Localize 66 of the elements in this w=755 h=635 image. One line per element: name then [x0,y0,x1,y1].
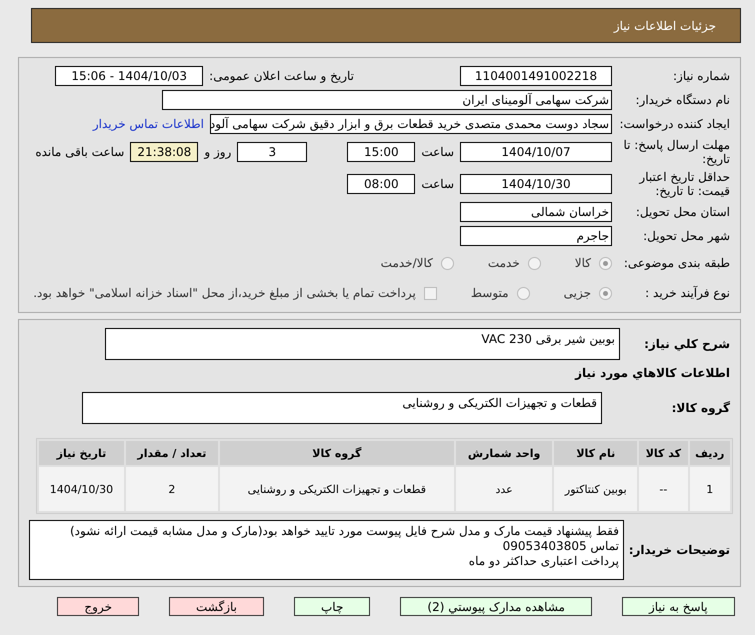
table-cell: 1 [690,467,730,511]
table-cell: قطعات و تجهیزات الکتریکی و روشنایی [220,467,454,511]
time-field[interactable]: 15:00 [347,142,416,162]
announce-date-field[interactable]: 1404/10/03 - 15:06 [55,66,204,86]
days-field[interactable]: 3 [237,142,308,162]
checkbox[interactable] [424,286,437,300]
field-label: شرح كلي نياز: [643,337,730,351]
buyer-contact-link[interactable]: اطلاعات تماس خریدار [92,117,204,131]
field-label: مهلت ارسال پاسخ: تا تاریخ: [622,138,730,166]
section-heading: اطلاعات كالاهاي مورد نياز [574,366,730,380]
days-label: روز و [204,145,232,159]
column-header: گروه کالا [220,441,454,465]
need-number-field[interactable]: 1104001491002218 [460,66,612,86]
city-field[interactable]: جاجرم [460,226,612,246]
radio-button[interactable] [528,256,541,270]
column-header: واحد شمارش [456,441,552,465]
table-cell: 1404/10/30 [39,467,124,511]
notes-textarea[interactable]: فقط پیشنهاد قیمت مارک و مدل شرح فایل پیوست مورد تایید خواهد بود(مارک و مدل مشابه قیمت ارائه نشود) تماس 09053403805 پرداخت اعتباری حداکثر دو ماه [29,520,624,580]
column-header: ردیف [690,441,730,465]
column-header: تعداد / مقدار [126,441,218,465]
table-cell: -- [639,467,688,511]
radio-button[interactable] [440,256,454,270]
page-header: جزئیات اطلاعات نیاز [31,8,741,43]
time-label: ساعت [421,145,454,159]
column-header: کد کالا [639,441,688,465]
table-cell: عدد [456,467,552,511]
action-button[interactable]: بازگشت [169,597,264,616]
field-label: ایجاد کننده درخواست: [618,117,730,131]
field-label: نام دستگاه خریدار: [634,93,730,107]
action-button[interactable]: مشاهده مدارک پیوستي (2) [400,597,592,616]
date-field[interactable]: 1404/10/07 [460,142,612,162]
column-header: نام کالا [554,441,638,465]
radio-label: خدمت [488,256,520,270]
time-label: ساعت [421,177,454,191]
creator-field[interactable]: سجاد دوست محمدی متصدی خرید قطعات برق و ابزار دقیق شرکت سهامی آلود [210,114,612,134]
column-header: تاریخ نیاز [39,441,124,465]
buyer-field[interactable]: شرکت سهامی آلومینای ایران [162,90,612,110]
field-label: شهر محل تحویل: [642,229,730,243]
checkbox-label: پرداخت تمام یا بخشی از مبلغ خرید،از محل "اسناد خزانه اسلامی" خواهد بود. [33,286,416,300]
remaining-label: ساعت باقی مانده [35,145,124,159]
action-button[interactable]: چاپ [294,597,370,616]
table-cell: 2 [126,467,218,511]
radio-label: کالا [574,256,591,270]
goods-group-textarea[interactable]: قطعات و تجهیزات الکتریکی و روشنایی [82,392,602,424]
radio-label: کالا/خدمت [380,256,433,270]
field-label: تاریخ و ساعت اعلان عمومی: [209,69,354,83]
radio-label: جزیی [564,286,591,300]
radio-button[interactable] [599,286,612,300]
field-label: شماره نیاز: [672,69,730,83]
radio-button[interactable] [516,286,530,300]
field-label: استان محل تحویل: [634,205,730,219]
field-label: توضیحات خریدار: [628,543,730,557]
table-cell: بوبین کنتاکتور [554,467,638,511]
remaining-time-field: 21:38:08 [130,142,198,162]
field-label: حداقل تاریخ اعتبار قیمت: تا تاریخ: [638,170,730,198]
field-label: نوع فرآیند خرید : [644,286,730,300]
time-field[interactable]: 08:00 [347,174,416,194]
province-field[interactable]: خراسان شمالی [460,202,612,222]
field-label: طبقه بندی موضوعی: [622,256,730,270]
date-field[interactable]: 1404/10/30 [460,174,612,194]
action-button[interactable]: پاسخ به نیاز [622,597,735,616]
summary-textarea[interactable]: بوبین شیر برقی VAC 230 [105,328,620,360]
radio-label: متوسط [470,286,509,300]
action-button[interactable]: خروج [57,597,139,616]
radio-button[interactable] [599,256,612,270]
field-label: گروه کالا: [670,401,730,415]
